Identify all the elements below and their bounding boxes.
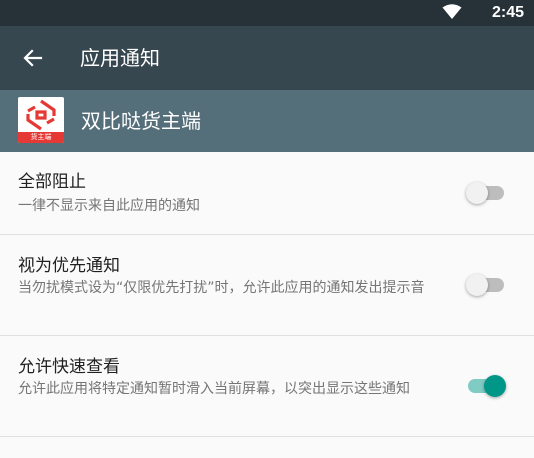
switch-thumb — [466, 182, 488, 204]
wifi-icon — [442, 4, 462, 19]
switch-thumb — [466, 274, 488, 296]
pref-title: 视为优先通知 — [18, 256, 120, 276]
peek-switch[interactable] — [468, 375, 506, 397]
block-all-switch[interactable] — [466, 182, 504, 204]
priority-switch[interactable] — [466, 274, 504, 296]
pref-summary: 允许此应用将特定通知暂时滑入当前屏幕，以突出显示这些通知 — [18, 381, 410, 397]
app-icon-label: 货主端 — [18, 132, 64, 143]
app-info-header: 货主端 双比哒货主端 — [0, 90, 534, 152]
pref-peek[interactable]: 允许快速查看 允许此应用将特定通知暂时滑入当前屏幕，以突出显示这些通知 — [0, 336, 534, 437]
pref-summary: 一律不显示来自此应用的通知 — [18, 198, 200, 214]
status-time: 2:45 — [491, 4, 524, 21]
app-name: 双比哒货主端 — [81, 109, 201, 133]
pref-block-all[interactable]: 全部阻止 一律不显示来自此应用的通知 — [0, 152, 534, 235]
page-title: 应用通知 — [80, 46, 160, 70]
pref-title: 允许快速查看 — [18, 357, 120, 377]
pref-priority[interactable]: 视为优先通知 当勿扰模式设为“仅限优先打扰”时，允许此应用的通知发出提示音 — [0, 235, 534, 336]
arrow-back-icon — [23, 49, 43, 67]
status-bar: 2:45 — [0, 0, 534, 26]
back-button[interactable] — [14, 39, 52, 77]
app-icon: 货主端 — [18, 97, 64, 143]
app-logo-icon — [26, 99, 56, 131]
app-bar: 应用通知 — [0, 26, 534, 90]
pref-title: 全部阻止 — [18, 172, 86, 192]
switch-thumb — [484, 375, 506, 397]
pref-summary: 当勿扰模式设为“仅限优先打扰”时，允许此应用的通知发出提示音 — [18, 280, 425, 296]
